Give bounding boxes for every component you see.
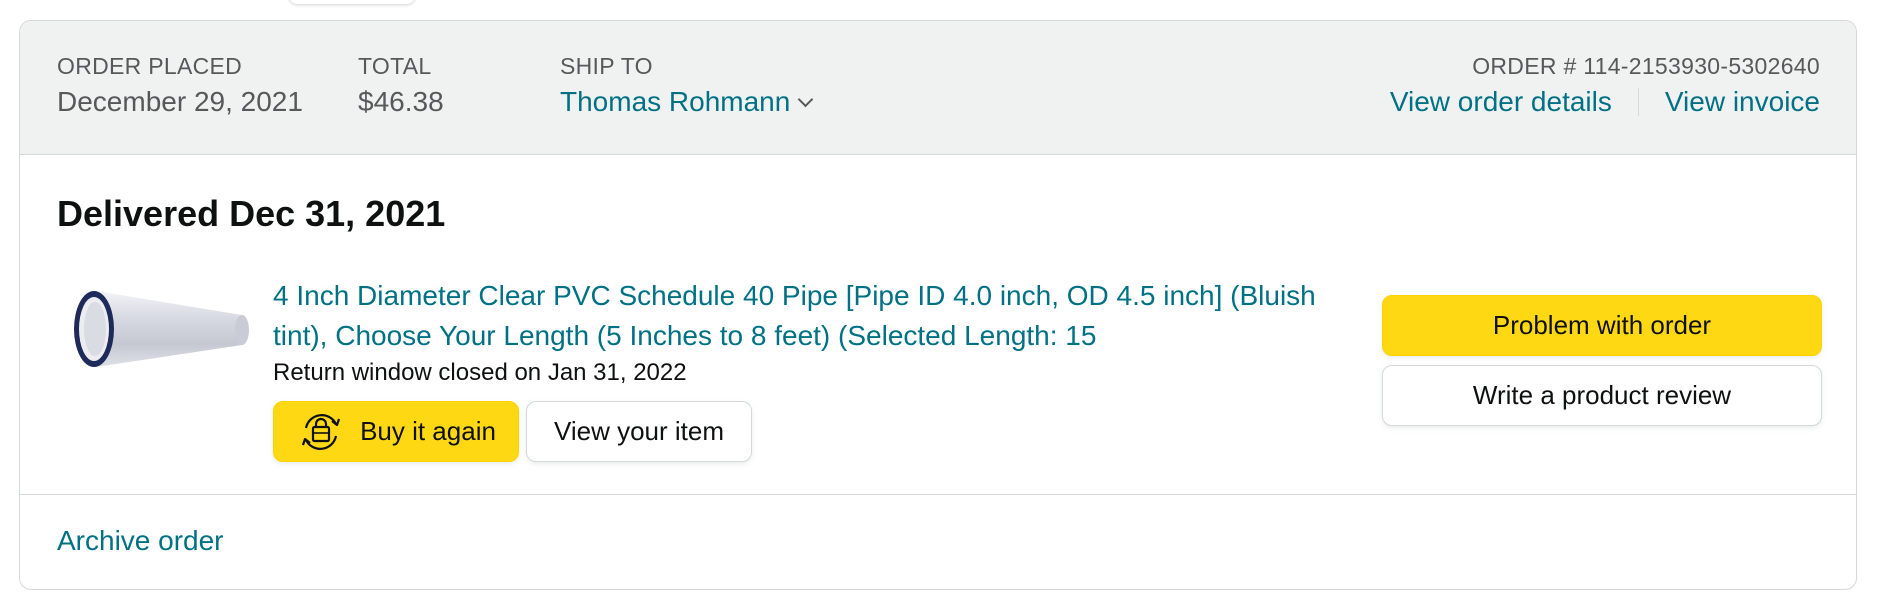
order-card: ORDER PLACED December 29, 2021 TOTAL $46…	[19, 20, 1857, 590]
clear-pvc-pipe-image[interactable]	[66, 275, 254, 385]
previous-tab-edge	[288, 0, 416, 4]
order-placed-section: ORDER PLACED December 29, 2021	[57, 51, 303, 121]
ship-to-name: Thomas Rohmann	[560, 86, 791, 117]
return-window-note: Return window closed on Jan 31, 2022	[273, 359, 687, 386]
order-number: ORDER # 114-2153930-5302640	[1472, 53, 1820, 79]
order-footer: Archive order	[20, 494, 1856, 589]
order-total-section: TOTAL $46.38	[358, 51, 444, 121]
buy-again-icon	[302, 413, 341, 450]
write-product-review-button[interactable]: Write a product review	[1382, 365, 1822, 426]
ship-to-label: SHIP TO	[560, 53, 653, 79]
view-your-item-button[interactable]: View your item	[526, 401, 752, 462]
order-number-section: ORDER # 114-2153930-5302640 View order d…	[1390, 51, 1820, 121]
archive-order-link[interactable]: Archive order	[57, 525, 224, 557]
order-placed-date: December 29, 2021	[57, 86, 303, 117]
order-total-label: TOTAL	[358, 53, 432, 79]
delivery-status: Delivered Dec 31, 2021	[57, 193, 446, 234]
product-title-link[interactable]: 4 Inch Diameter Clear PVC Schedule 40 Pi…	[273, 276, 1363, 356]
view-order-details-link[interactable]: View order details	[1390, 83, 1612, 121]
order-body: Delivered Dec 31, 2021 4 Inch Diameter C…	[20, 155, 1856, 495]
write-product-review-label: Write a product review	[1472, 380, 1732, 410]
order-total-value: $46.38	[358, 86, 444, 117]
view-your-item-label: View your item	[553, 416, 725, 446]
order-placed-label: ORDER PLACED	[57, 53, 243, 79]
order-header: ORDER PLACED December 29, 2021 TOTAL $46…	[20, 21, 1856, 155]
order-links: View order details View invoice	[1390, 83, 1820, 121]
problem-with-order-button[interactable]: Problem with order	[1382, 295, 1822, 356]
ship-to-name-dropdown[interactable]: Thomas Rohmann	[560, 83, 814, 121]
ship-to-section: SHIP TO Thomas Rohmann	[560, 51, 814, 121]
chevron-down-icon	[798, 91, 814, 107]
buy-it-again-label: Buy it again	[360, 416, 496, 446]
link-divider	[1637, 88, 1639, 116]
buy-it-again-button[interactable]: Buy it again	[273, 401, 519, 462]
problem-with-order-label: Problem with order	[1492, 310, 1712, 340]
view-invoice-link[interactable]: View invoice	[1665, 83, 1820, 121]
